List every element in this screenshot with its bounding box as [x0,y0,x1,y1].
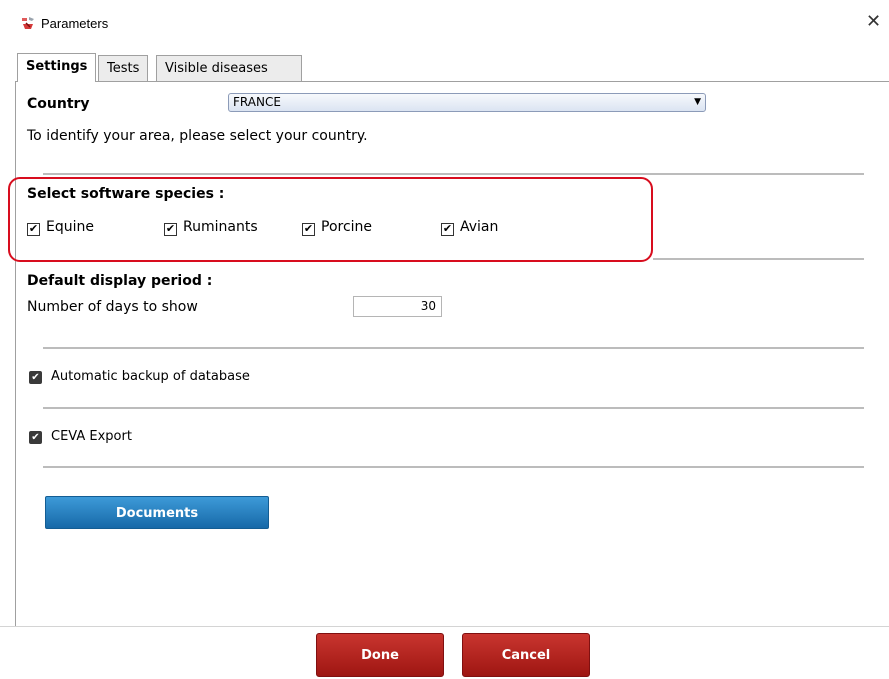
species-label: Avian [460,219,499,235]
species-checkbox-avian[interactable]: ✔ Avian [441,218,498,236]
checkbox-checked-icon[interactable]: ✔ [164,223,177,236]
window-title: Parameters [41,16,109,31]
species-checkbox-equine[interactable]: ✔ Equine [27,218,94,236]
cancel-button[interactable]: Cancel [462,633,590,677]
species-label: Equine [46,219,94,235]
tab-tests[interactable]: Tests [98,55,149,82]
footer-divider [0,626,889,627]
ceva-export-label: CEVA Export [51,429,132,444]
checkbox-checked-icon[interactable]: ✔ [27,223,40,236]
settings-panel [15,81,889,626]
country-help-text: To identify your area, please select you… [27,128,368,144]
chevron-down-icon[interactable]: ▼ [694,94,701,111]
close-icon[interactable]: ✕ [866,12,881,32]
display-period-heading: Default display period : [27,273,213,289]
separator [43,347,864,349]
backup-checkbox[interactable]: ✔ [29,371,42,384]
species-heading: Select software species : [27,186,225,202]
separator [43,407,864,409]
ceva-export-checkbox[interactable]: ✔ [29,431,42,444]
species-label: Ruminants [183,219,258,235]
species-label: Porcine [321,219,373,235]
done-button[interactable]: Done [316,633,444,677]
checkbox-checked-icon[interactable]: ✔ [302,223,315,236]
separator [43,466,864,468]
days-label: Number of days to show [27,299,198,315]
country-select-value: FRANCE [233,95,281,109]
tab-visible-diseases[interactable]: Visible diseases [156,55,302,82]
documents-button[interactable]: Documents [45,496,269,529]
country-label: Country [27,96,90,112]
days-input[interactable]: 30 [353,296,442,317]
separator [43,173,864,175]
species-checkbox-ruminants[interactable]: ✔ Ruminants [164,218,258,236]
app-logo-icon [22,17,34,29]
country-select[interactable]: FRANCE ▼ [228,93,706,112]
tab-settings[interactable]: Settings [17,53,97,82]
species-checkbox-porcine[interactable]: ✔ Porcine [302,218,372,236]
checkbox-checked-icon[interactable]: ✔ [441,223,454,236]
separator [653,258,864,260]
backup-label: Automatic backup of database [51,369,250,384]
